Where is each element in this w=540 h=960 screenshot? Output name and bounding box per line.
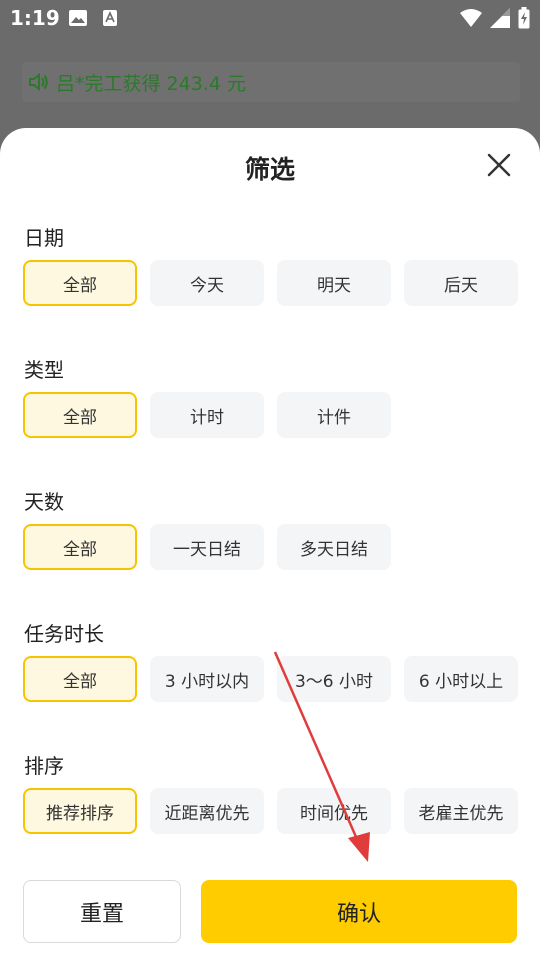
confirm-button[interactable]: 确认 xyxy=(201,880,517,943)
battery-icon xyxy=(518,7,530,33)
days-options: 全部 一天日结 多天日结 xyxy=(23,524,391,570)
section-label-days: 天数 xyxy=(24,490,64,514)
status-time: 1:19 xyxy=(10,6,60,30)
chip-date-day-after[interactable]: 后天 xyxy=(404,260,518,306)
sort-options: 推荐排序 近距离优先 时间优先 老雇主优先 xyxy=(23,788,518,834)
chip-date-today[interactable]: 今天 xyxy=(150,260,264,306)
filter-sheet: 筛选 日期 全部 今天 明天 后天 类型 全部 计时 计件 天数 全部 一天日结… xyxy=(0,128,540,960)
chip-sort-recommended[interactable]: 推荐排序 xyxy=(23,788,137,834)
chip-type-piece[interactable]: 计件 xyxy=(277,392,391,438)
chip-days-multi[interactable]: 多天日结 xyxy=(277,524,391,570)
text-a-icon xyxy=(102,9,118,31)
notice-bar: 吕*完工获得 243.4 元 xyxy=(22,62,520,102)
chip-days-all[interactable]: 全部 xyxy=(23,524,137,570)
chip-sort-time[interactable]: 时间优先 xyxy=(277,788,391,834)
chip-duration-3-6h[interactable]: 3～6 小时 xyxy=(277,656,391,702)
chip-date-all[interactable]: 全部 xyxy=(23,260,137,306)
wifi-icon xyxy=(460,8,482,32)
section-label-date: 日期 xyxy=(24,226,64,250)
signal-icon xyxy=(490,8,510,32)
section-label-type: 类型 xyxy=(24,358,64,382)
chip-duration-all[interactable]: 全部 xyxy=(23,656,137,702)
status-bar: 1:19 xyxy=(0,0,540,36)
duration-options: 全部 3 小时以内 3～6 小时 6 小时以上 xyxy=(23,656,518,702)
chip-type-hourly[interactable]: 计时 xyxy=(150,392,264,438)
chip-sort-nearest[interactable]: 近距离优先 xyxy=(150,788,264,834)
chip-duration-under-3h[interactable]: 3 小时以内 xyxy=(150,656,264,702)
section-label-sort: 排序 xyxy=(24,754,64,778)
image-icon xyxy=(68,9,88,31)
type-options: 全部 计时 计件 xyxy=(23,392,391,438)
chip-sort-old-employer[interactable]: 老雇主优先 xyxy=(404,788,518,834)
chip-days-single[interactable]: 一天日结 xyxy=(150,524,264,570)
chip-type-all[interactable]: 全部 xyxy=(23,392,137,438)
speaker-icon xyxy=(28,72,50,92)
reset-button[interactable]: 重置 xyxy=(23,880,181,943)
chip-date-tomorrow[interactable]: 明天 xyxy=(277,260,391,306)
notice-text: 吕*完工获得 243.4 元 xyxy=(56,72,246,95)
chip-duration-over-6h[interactable]: 6 小时以上 xyxy=(404,656,518,702)
sheet-title: 筛选 xyxy=(244,155,295,184)
close-icon[interactable] xyxy=(486,152,512,178)
bottom-bar: 重置 确认 xyxy=(23,880,517,943)
date-options: 全部 今天 明天 后天 xyxy=(23,260,518,306)
section-label-duration: 任务时长 xyxy=(24,622,104,646)
